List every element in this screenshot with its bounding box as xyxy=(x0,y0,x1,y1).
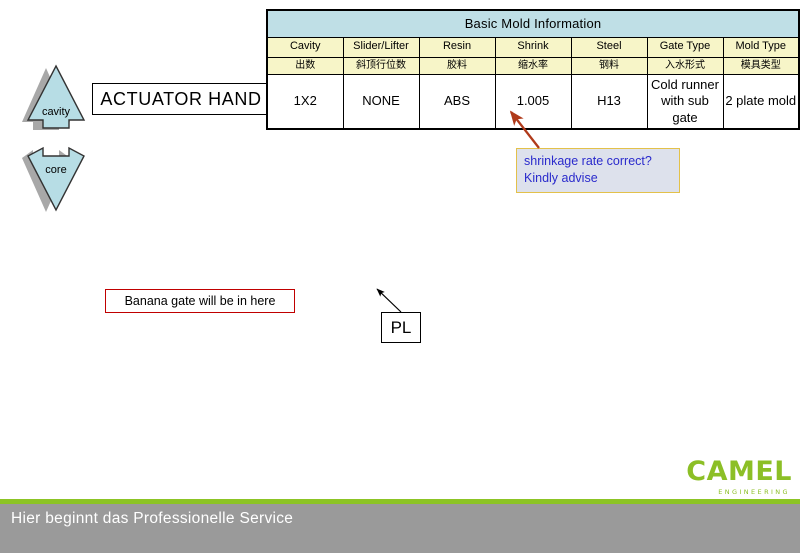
cavity-shape[interactable]: cavity xyxy=(20,64,92,132)
parting-line-label-box[interactable]: PL xyxy=(381,312,421,343)
header-shrink-cn: 缩水率 xyxy=(494,56,572,75)
callout-line-1: shrinkage rate correct? xyxy=(524,154,652,168)
camel-subtitle: ENGINEERING xyxy=(718,488,790,496)
header-resin: Resin xyxy=(418,36,496,58)
header-gate-type-cn: 入水形式 xyxy=(646,56,724,75)
header-mold-type: Mold Type xyxy=(722,36,800,58)
table-header-row-chinese: 出数 斜顶行位数 胶料 缩水率 钢料 入水形式 模具类型 xyxy=(266,56,800,75)
table-title: Basic Mold Information xyxy=(266,9,800,38)
value-mold-type: 2 plate mold xyxy=(722,73,800,130)
pl-pointer-arrow xyxy=(376,288,402,313)
core-shape[interactable]: core xyxy=(20,146,92,214)
value-gate-type: Cold runner with sub gate xyxy=(646,73,724,130)
header-shrink: Shrink xyxy=(494,36,572,58)
shrinkage-comment-callout[interactable]: shrinkage rate correct? Kindly advise xyxy=(516,148,680,193)
header-steel-cn: 钢料 xyxy=(570,56,648,75)
value-cavity: 1X2 xyxy=(266,73,344,130)
actuator-hand-title-box[interactable]: ACTUATOR HAND xyxy=(92,83,270,115)
core-arrow-icon xyxy=(22,146,85,212)
footer-tagline: Hier beginnt das Professionelle Service xyxy=(11,510,294,527)
header-mold-type-cn: 模具类型 xyxy=(722,56,800,75)
basic-mold-information-table: Basic Mold Information Cavity Slider/Lif… xyxy=(266,9,800,130)
header-slider-lifter: Slider/Lifter xyxy=(342,36,420,58)
cavity-arrow-icon xyxy=(22,64,86,130)
value-resin: ABS xyxy=(418,73,496,130)
value-slider-lifter: NONE xyxy=(342,73,420,130)
table-data-row: 1X2 NONE ABS 1.005 H13 Cold runner with … xyxy=(266,73,800,130)
header-cavity-cn: 出数 xyxy=(266,56,344,75)
header-steel: Steel xyxy=(570,36,648,58)
header-resin-cn: 胶料 xyxy=(418,56,496,75)
table-header-row-english: Cavity Slider/Lifter Resin Shrink Steel … xyxy=(266,36,800,58)
header-slider-lifter-cn: 斜顶行位数 xyxy=(342,56,420,75)
callout-line-2: Kindly advise xyxy=(524,170,598,185)
slide-canvas: cavity core ACTUATOR HAND Basic Mold Inf… xyxy=(0,0,800,553)
camel-wordmark: CAMEL xyxy=(686,456,792,487)
header-cavity: Cavity xyxy=(266,36,344,58)
value-steel: H13 xyxy=(570,73,648,130)
banana-gate-note-box[interactable]: Banana gate will be in here xyxy=(105,289,295,313)
camel-logo: CAMEL ENGINEERING xyxy=(666,458,792,496)
value-shrink: 1.005 xyxy=(494,73,572,130)
table-title-row: Basic Mold Information xyxy=(266,9,800,38)
header-gate-type: Gate Type xyxy=(646,36,724,58)
